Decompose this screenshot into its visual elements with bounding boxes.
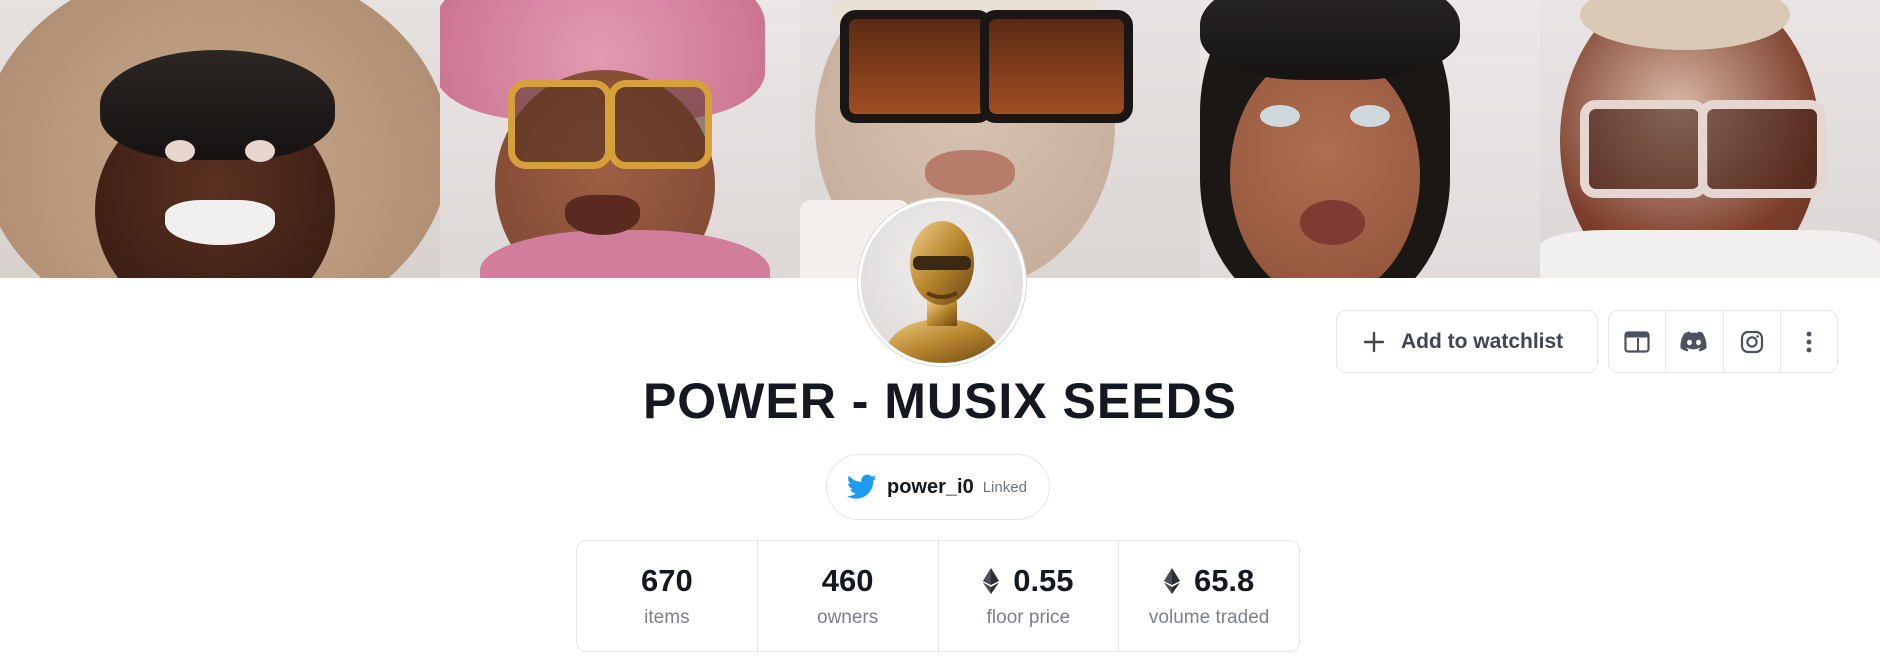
banner-portrait-4 <box>1200 0 1540 278</box>
discord-icon <box>1680 331 1708 353</box>
instagram-button[interactable] <box>1724 311 1781 372</box>
collection-page: POWER - MUSIX SEEDS power_i0 Linked 670 … <box>0 0 1880 671</box>
plus-icon <box>1363 331 1385 353</box>
banner-portrait-2 <box>440 0 800 278</box>
social-links-group <box>1608 310 1838 373</box>
stat-volume-traded-value: 65.8 <box>1193 563 1255 598</box>
collection-title: POWER - MUSIX SEEDS <box>642 373 1238 429</box>
add-to-watchlist-label: Add to watchlist <box>1401 329 1564 353</box>
twitter-handle: power_i0 <box>887 475 974 498</box>
collection-avatar <box>858 198 1026 366</box>
twitter-linked-status: Linked <box>982 478 1027 496</box>
website-icon <box>1624 330 1650 353</box>
stat-items-value: 670 <box>641 563 693 598</box>
discord-button[interactable] <box>1666 311 1724 372</box>
add-to-watchlist-button[interactable]: Add to watchlist <box>1336 310 1598 373</box>
stat-floor-price: 0.55 floor price <box>939 541 1120 651</box>
banner-portrait-5 <box>1540 0 1880 278</box>
stat-floor-price-label: floor price <box>986 607 1071 628</box>
stat-items-label: items <box>644 607 690 628</box>
banner-portrait-1 <box>0 0 440 278</box>
instagram-icon <box>1740 330 1764 354</box>
more-icon <box>1805 330 1813 354</box>
more-options-button[interactable] <box>1781 311 1837 372</box>
website-button[interactable] <box>1609 311 1667 372</box>
collection-stats: 670 items 460 owners 0.55 floor price 65… <box>576 540 1300 652</box>
eth-icon <box>983 568 1000 594</box>
eth-icon <box>1163 568 1180 594</box>
twitter-icon <box>847 474 877 500</box>
stat-items: 670 items <box>577 541 758 651</box>
twitter-link[interactable]: power_i0 Linked <box>826 454 1050 520</box>
stat-volume-traded-label: volume traded <box>1148 607 1270 628</box>
stat-owners-label: owners <box>817 607 879 628</box>
stat-owners-value: 460 <box>821 563 874 598</box>
stat-floor-price-value: 0.55 <box>1013 563 1074 598</box>
stat-volume-traded: 65.8 volume traded <box>1119 541 1299 651</box>
stat-owners: 460 owners <box>758 541 939 651</box>
